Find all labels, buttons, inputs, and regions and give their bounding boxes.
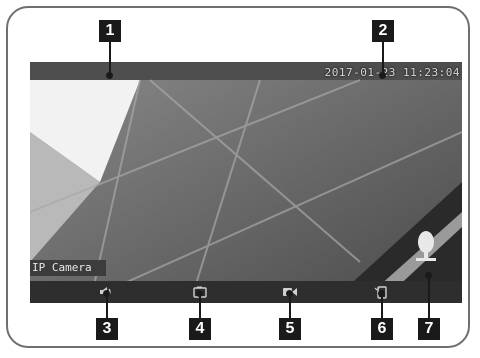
callout-3: 3: [96, 318, 118, 340]
callout-1-dot: [106, 72, 113, 79]
timestamp-overlay: 2017-01-23 11:23:04: [324, 66, 460, 79]
callout-6-leader: [381, 296, 383, 318]
callout-2-leader: [382, 42, 384, 74]
callout-6: 6: [371, 318, 393, 340]
camera-feed[interactable]: 2017-01-23 11:23:04 IP Camera: [30, 62, 462, 303]
callout-4: 4: [189, 318, 211, 340]
microphone-button[interactable]: [408, 230, 444, 264]
callout-5: 5: [279, 318, 301, 340]
callout-1: 1: [99, 20, 121, 42]
microphone-icon: [416, 231, 436, 261]
callout-7: 7: [418, 318, 440, 340]
camera-name-label: IP Camera: [30, 260, 106, 276]
callout-7-leader: [428, 278, 430, 318]
callout-2: 2: [372, 20, 394, 42]
callout-2-dot: [379, 72, 386, 79]
callout-3-leader: [106, 296, 108, 318]
callout-5-leader: [289, 296, 291, 318]
callout-1-leader: [109, 42, 111, 74]
camera-toolbar: [30, 281, 462, 303]
callout-4-leader: [199, 296, 201, 318]
